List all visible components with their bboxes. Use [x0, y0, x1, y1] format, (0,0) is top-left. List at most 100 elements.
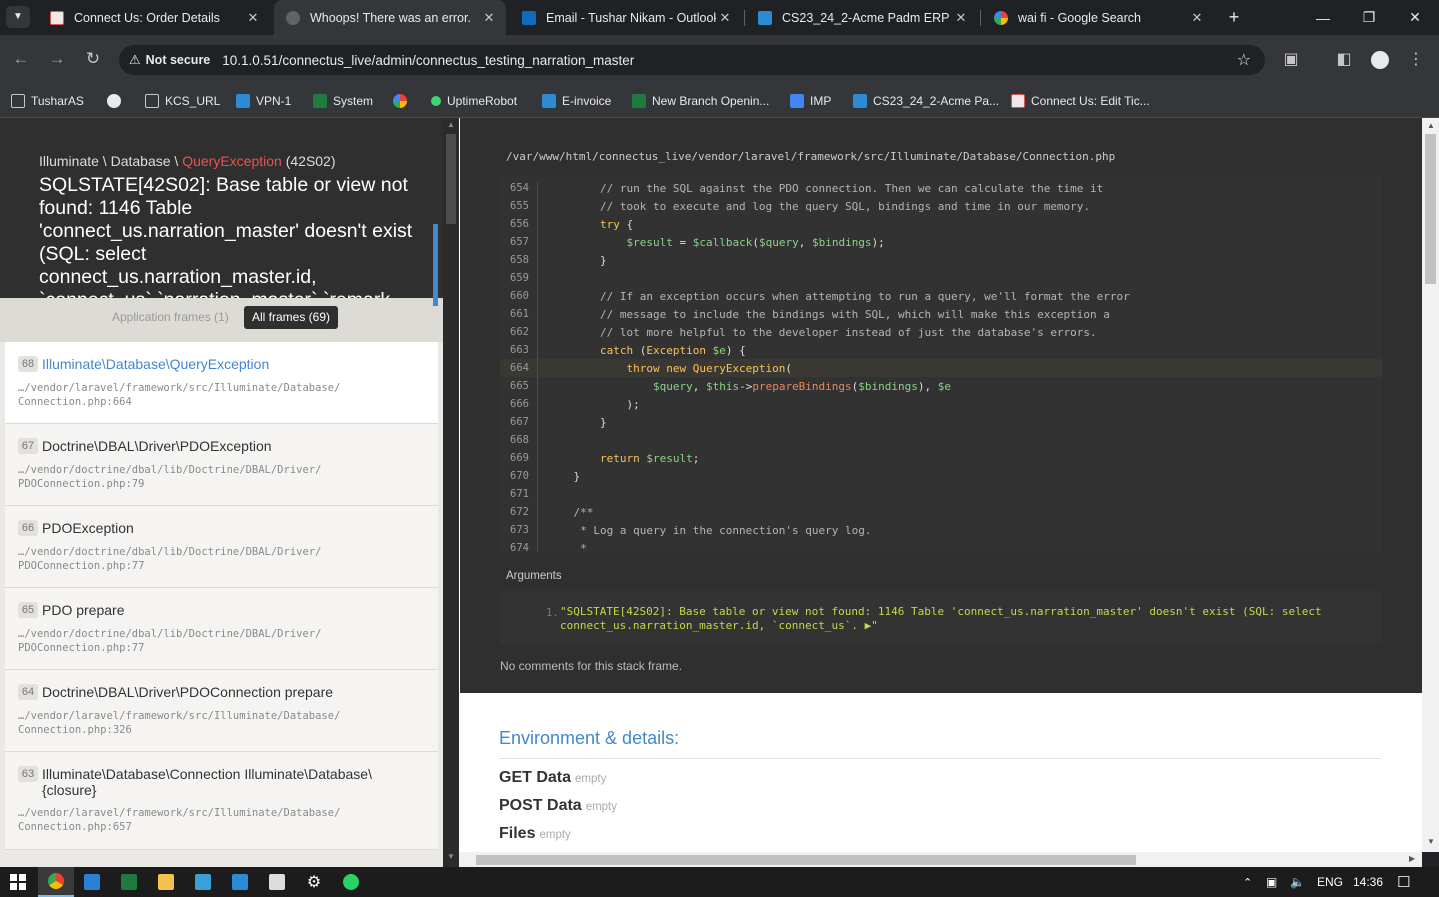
tab-outlook-email[interactable]: Email - Tushar Nikam - Outlook ✕	[510, 0, 742, 35]
scroll-up-arrow-icon[interactable]: ▲	[1427, 121, 1435, 130]
vertical-scrollbar-thumb[interactable]	[1425, 134, 1436, 284]
env-section: Files empty	[499, 825, 571, 843]
code-token: $bindings	[858, 380, 918, 393]
new-tab-button[interactable]: +	[1222, 6, 1246, 30]
scroll-up-arrow-icon[interactable]: ▲	[447, 120, 455, 129]
horizontal-scrollbar-thumb[interactable]	[476, 855, 1136, 865]
clock-time[interactable]: 14:36	[1353, 867, 1383, 897]
tab-google-search[interactable]: wai fi - Google Search ✕	[982, 0, 1214, 35]
bookmark-tusharas[interactable]: TusharAS	[11, 88, 84, 114]
excel-taskbar-icon[interactable]	[111, 867, 147, 897]
url-text[interactable]: 10.1.0.51/connectus_live/admin/connectus…	[222, 53, 634, 68]
language-indicator[interactable]: ENG	[1317, 867, 1343, 897]
frame-file-line: PDOConnection.php:77	[18, 560, 145, 572]
stack-frame[interactable]: 65 PDO prepare …/vendor/doctrine/dbal/lib/…	[5, 588, 438, 670]
profile-avatar-icon[interactable]	[1368, 48, 1392, 72]
stack-frame[interactable]: 66 PDOException …/vendor/doctrine/dbal/lib…	[5, 506, 438, 588]
stack-frame[interactable]: 67 Doctrine\DBAL\Driver\PDOException …/ven…	[5, 424, 438, 506]
network-tool-taskbar-icon[interactable]	[185, 867, 221, 897]
app-taskbar-icon[interactable]	[222, 867, 258, 897]
close-tab-icon[interactable]: ✕	[244, 10, 262, 26]
network-icon[interactable]: ▣	[1266, 867, 1277, 897]
tray-chevron-up-icon[interactable]: ⌃	[1243, 867, 1252, 897]
code-token: Exception	[646, 344, 706, 357]
tab-search-button[interactable]: ▼	[6, 6, 30, 28]
restore-button[interactable]: ❐	[1346, 0, 1392, 35]
windows-start-icon[interactable]	[0, 867, 36, 897]
whatsapp-taskbar-icon[interactable]	[333, 867, 369, 897]
forward-arrow-icon[interactable]: →	[45, 47, 69, 71]
frame-number: 64	[18, 684, 38, 700]
close-tab-icon[interactable]: ✕	[1188, 10, 1206, 26]
bookmark-e-invoice[interactable]: E-invoice	[542, 88, 611, 114]
chrome-taskbar-icon[interactable]	[38, 867, 74, 897]
windows-taskbar: ⚙ ⌃ ▣ 🔈 ENG 14:36 ☐	[0, 867, 1439, 897]
close-window-button[interactable]: ✕	[1392, 0, 1438, 35]
remote-desktop-taskbar-icon[interactable]	[74, 867, 110, 897]
side-panel-icon[interactable]: ◧	[1332, 48, 1356, 72]
bookmark-kcs-url[interactable]: KCS_URL	[145, 88, 220, 114]
code-line: );	[547, 398, 639, 411]
code-token: =	[672, 236, 693, 249]
scroll-down-arrow-icon[interactable]: ▼	[447, 852, 455, 861]
exception-class: QueryException	[182, 153, 282, 169]
calendar-taskbar-icon[interactable]	[259, 867, 295, 897]
all-frames-button[interactable]: All frames (69)	[244, 306, 339, 329]
settings-gear-icon[interactable]: ⚙	[296, 867, 332, 897]
scroll-right-arrow-icon[interactable]: ▶	[1409, 854, 1415, 863]
globe-icon	[286, 10, 300, 25]
line-number: 658	[510, 254, 529, 266]
bookmark-imp[interactable]: IMP	[790, 88, 831, 114]
stack-frame[interactable]: 63 Illuminate\Database\Connection Illumin…	[5, 752, 438, 850]
line-number: 661	[510, 308, 529, 320]
stack-frame[interactable]: 64 Doctrine\DBAL\Driver\PDOConnection pre…	[5, 670, 438, 752]
code-token: throw new	[547, 362, 687, 375]
code-token: *	[547, 542, 587, 555]
bookmark-star-icon[interactable]: ☆	[1237, 50, 1251, 70]
code-line: /**	[547, 506, 593, 519]
back-arrow-icon[interactable]: ←	[9, 47, 33, 71]
bookmark-uptimerobot[interactable]: UptimeRobot	[431, 88, 517, 114]
tab-separator	[744, 10, 745, 26]
folder-icon	[11, 94, 25, 108]
close-tab-icon[interactable]: ✕	[952, 10, 970, 26]
tab-whoops-error[interactable]: Whoops! There was an error. ✕	[274, 0, 506, 35]
tab-title: Email - Tushar Nikam - Outlook	[546, 10, 716, 25]
line-number: 654	[510, 182, 529, 194]
whoops-left-panel: Illuminate \ Database \ QueryException (…	[0, 118, 443, 867]
file-explorer-taskbar-icon[interactable]	[148, 867, 184, 897]
left-scrollbar[interactable]: ▲ ▼	[443, 118, 459, 867]
menu-kebab-icon[interactable]: ⋮	[1404, 48, 1428, 72]
application-frames-button[interactable]: Application frames (1)	[104, 306, 237, 329]
stack-frame[interactable]: 68 Illuminate\Database\QueryException …/ve…	[5, 342, 438, 424]
code-token: $result	[646, 452, 693, 465]
line-number: 670	[510, 470, 529, 482]
address-bar[interactable]: ⚠ Not secure 10.1.0.51/connectus_live/ad…	[119, 45, 1265, 75]
frame-class: Illuminate\Database\Connection Illuminat…	[42, 766, 372, 798]
tab-erp[interactable]: CS23_24_2-Acme Padm ERP Pla ✕	[746, 0, 978, 35]
close-tab-icon[interactable]: ✕	[480, 10, 498, 26]
argument-value[interactable]: "SQLSTATE[42S02]: Base table or view not…	[560, 605, 1360, 633]
close-tab-icon[interactable]: ✕	[716, 10, 734, 26]
bookmark-connect-us-edit[interactable]: Connect Us: Edit Tic...	[1011, 88, 1150, 114]
bookmark-new-branch[interactable]: New Branch Openin...	[632, 88, 769, 114]
not-secure-label[interactable]: Not secure	[146, 53, 211, 67]
scrollbar-thumb[interactable]	[446, 134, 456, 224]
line-number: 665	[510, 380, 529, 392]
bookmark-chatgpt[interactable]	[107, 88, 127, 114]
reload-icon[interactable]: ↻	[81, 47, 105, 71]
code-file-path[interactable]: /var/www/html/connectus_live/vendor/lara…	[506, 150, 1115, 163]
bookmark-google[interactable]	[393, 88, 413, 114]
env-empty-label: empty	[539, 829, 571, 841]
scroll-down-arrow-icon[interactable]: ▼	[1427, 837, 1435, 846]
tab-order-details[interactable]: Connect Us: Order Details ✕	[38, 0, 270, 35]
extensions-icon[interactable]: ▣	[1279, 48, 1303, 72]
volume-icon[interactable]: 🔈	[1290, 867, 1305, 897]
bookmark-vpn-1[interactable]: VPN-1	[236, 88, 291, 114]
bookmark-system[interactable]: System	[313, 88, 373, 114]
frame-class: Illuminate\Database\QueryException	[42, 356, 270, 372]
bookmark-acme-erp[interactable]: CS23_24_2-Acme Pa...	[853, 88, 999, 114]
notifications-icon[interactable]: ☐	[1397, 867, 1410, 897]
minimize-button[interactable]: —	[1300, 0, 1346, 35]
warning-triangle-icon[interactable]: ⚠	[129, 52, 141, 68]
